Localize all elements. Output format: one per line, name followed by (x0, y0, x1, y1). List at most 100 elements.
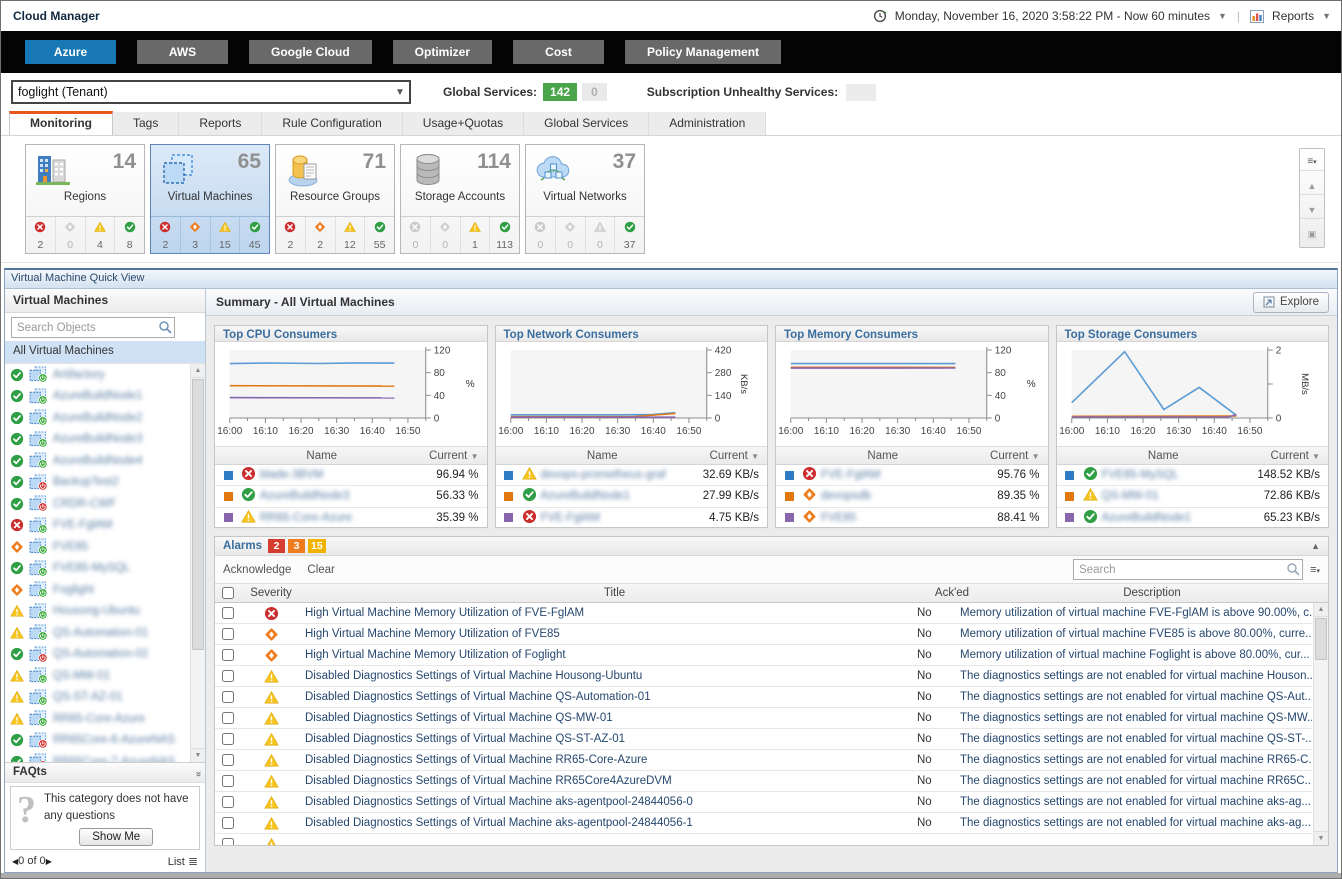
alarm-row[interactable]: Disabled Diagnostics Settings of Virtual… (215, 750, 1312, 771)
tile-stat-fatal[interactable]: 2 (26, 217, 55, 253)
scroll-up-icon[interactable]: ▲ (191, 364, 205, 378)
vm-list-item[interactable]: AzureBuildNode4 (5, 450, 190, 472)
tile-stat-normal[interactable]: 8 (114, 217, 144, 253)
vm-list-item[interactable]: BackupTest2 (5, 472, 190, 494)
collapse-chevrons-icon[interactable]: » (188, 771, 204, 777)
column-current[interactable]: Current ▼ (683, 450, 767, 462)
column-name[interactable]: Name (1083, 450, 1245, 462)
tile-stat-warning[interactable]: 4 (84, 217, 115, 253)
select-all-checkbox[interactable] (222, 587, 234, 599)
nav-button-policy-management[interactable]: Policy Management (625, 40, 782, 64)
sidebar-item-all-virtual-machines[interactable]: All Virtual Machines (5, 341, 205, 363)
column-description[interactable]: Description (976, 587, 1328, 599)
consumer-row[interactable]: RR65-Core-Azure 35.39 % (215, 508, 487, 529)
row-checkbox[interactable] (222, 691, 234, 703)
consumer-row[interactable]: FVE-FglAM 95.76 % (776, 465, 1048, 487)
tile-regions[interactable]: 14 Regions 2 0 4 8 (25, 144, 145, 254)
tab-reports[interactable]: Reports (179, 112, 263, 135)
tile-resource-groups[interactable]: 71 Resource Groups 2 2 12 55 (275, 144, 395, 254)
row-checkbox[interactable] (222, 775, 234, 787)
tile-storage-accounts[interactable]: 114 Storage Accounts 0 0 1 113 (400, 144, 520, 254)
clear-button[interactable]: Clear (307, 564, 334, 576)
tenant-select[interactable]: foglight (Tenant) ▼ (11, 80, 411, 104)
scroll-up-icon[interactable]: ▲ (1314, 603, 1328, 617)
tab-usage-quotas[interactable]: Usage+Quotas (402, 112, 525, 135)
time-range-label[interactable]: Monday, November 16, 2020 3:58:22 PM - N… (895, 9, 1210, 23)
tile-virtual-networks[interactable]: 37 Virtual Networks 0 0 0 37 (525, 144, 645, 254)
column-current[interactable]: Current ▼ (964, 450, 1048, 462)
row-checkbox[interactable] (222, 712, 234, 724)
tile-menu-icon[interactable]: ≡▾ (1300, 153, 1324, 171)
row-checkbox[interactable] (222, 754, 234, 766)
nav-button-google-cloud[interactable]: Google Cloud (249, 40, 372, 64)
tile-stat-fatal[interactable]: 2 (276, 217, 305, 253)
alarm-title[interactable]: Disabled Diagnostics Settings of Virtual… (301, 691, 912, 703)
tile-stat-warning[interactable]: 15 (209, 217, 240, 253)
vm-list-item[interactable]: QS-ST-AZ-01 (5, 687, 190, 709)
time-range-dropdown-arrow[interactable]: ▼ (1218, 11, 1227, 21)
tile-stat-warning[interactable]: 1 (459, 217, 490, 253)
explore-button[interactable]: Explore (1253, 291, 1329, 313)
row-checkbox[interactable] (222, 670, 234, 682)
reports-menu[interactable]: Reports (1272, 9, 1314, 23)
alarm-row[interactable]: High Virtual Machine Memory Utilization … (215, 603, 1312, 624)
consumer-row[interactable]: AzureBuildNode1 65.23 KB/s (1056, 508, 1328, 529)
alarms-search-input[interactable] (1073, 559, 1304, 580)
consumer-row[interactable]: devopsdb 89.35 % (776, 486, 1048, 508)
row-checkbox[interactable] (222, 838, 234, 845)
vm-list-scrollbar[interactable]: ▲ ▼ (190, 364, 205, 762)
nav-button-cost[interactable]: Cost (513, 40, 604, 64)
column-current[interactable]: Current ▼ (1244, 450, 1328, 462)
alarm-title[interactable]: Disabled Diagnostics Settings of Virtual… (301, 670, 912, 682)
alarm-row[interactable]: Disabled Diagnostics Settings of Virtual… (215, 708, 1312, 729)
alarm-title[interactable]: High Virtual Machine Memory Utilization … (301, 649, 912, 661)
tile-scroll-up-icon[interactable]: ▲ (1300, 178, 1324, 195)
table-settings-icon[interactable]: ≡▾ (1310, 564, 1320, 576)
acknowledge-button[interactable]: Acknowledge (223, 564, 291, 576)
tile-carousel-controls[interactable]: ≡▾ ▲ ▼ ▣ (1299, 148, 1325, 248)
alarm-row[interactable]: Disabled Diagnostics Settings of Virtual… (215, 792, 1312, 813)
faq-list-toggle[interactable]: List ≣ (168, 854, 198, 868)
tile-stat-critical[interactable]: 2 (304, 217, 335, 253)
row-checkbox[interactable] (222, 817, 234, 829)
column-name[interactable]: Name (241, 450, 403, 462)
column-name[interactable]: Name (522, 450, 684, 462)
alarm-title[interactable]: Disabled Diagnostics Settings of Virtual… (301, 754, 912, 766)
search-icon[interactable] (158, 320, 172, 339)
nav-button-azure[interactable]: Azure (25, 40, 116, 64)
alarm-row[interactable]: High Virtual Machine Memory Utilization … (215, 645, 1312, 666)
tile-stat-warning[interactable]: 0 (584, 217, 615, 253)
tile-stat-critical[interactable]: 0 (54, 217, 85, 253)
show-me-button[interactable]: Show Me (79, 827, 154, 846)
consumer-row[interactable]: blade-3BVM 96.94 % (215, 465, 487, 487)
row-checkbox[interactable] (222, 607, 234, 619)
scroll-down-icon[interactable]: ▼ (191, 748, 205, 762)
alarm-title[interactable]: Disabled Diagnostics Settings of Virtual… (301, 796, 912, 808)
tile-stat-fatal[interactable]: 2 (151, 217, 180, 253)
vm-list-item[interactable]: Housong-Ubuntu (5, 601, 190, 623)
consumer-row[interactable]: devops-prometheus-graf 32.69 KB/s (495, 465, 767, 487)
column-name[interactable]: Name (802, 450, 964, 462)
consumer-row[interactable]: AzureBuildNode3 56.33 % (215, 486, 487, 508)
alarm-title[interactable]: Disabled Diagnostics Settings of Virtual… (301, 775, 912, 787)
vm-list-item[interactable]: AzureBuildNode2 (5, 407, 190, 429)
nav-button-aws[interactable]: AWS (137, 40, 228, 64)
faq-pager[interactable]: ◀0 of 0▶ (12, 855, 52, 867)
vm-list-item[interactable]: AzureBuildNode1 (5, 386, 190, 408)
vm-list-item[interactable]: QS-Automation-01 (5, 622, 190, 644)
tile-stat-warning[interactable]: 12 (334, 217, 365, 253)
vm-list-item[interactable]: RR65-Core-Azure (5, 708, 190, 730)
alarm-title[interactable]: High Virtual Machine Memory Utilization … (301, 607, 912, 619)
consumer-row[interactable]: QS-MW-01 72.86 KB/s (1056, 486, 1328, 508)
column-title[interactable]: Title (301, 587, 928, 599)
alarm-row[interactable]: Disabled Diagnostics Settings of Virtual… (215, 729, 1312, 750)
vm-list-item[interactable]: Artifactory (5, 364, 190, 386)
scrollbar-thumb[interactable] (192, 379, 204, 650)
consumer-row[interactable]: FVE-FglAM 4.75 KB/s (495, 508, 767, 529)
alarm-row[interactable]: Disabled Diagnostics Settings of Virtual… (215, 813, 1312, 834)
alarm-row[interactable]: Disabled Diagnostics Settings of Virtual… (215, 666, 1312, 687)
tile-stat-normal[interactable]: 55 (364, 217, 394, 253)
tile-layout-icon[interactable]: ▣ (1300, 226, 1324, 243)
vm-list-item[interactable]: QS-Automation-02 (5, 644, 190, 666)
tile-stat-fatal[interactable]: 0 (526, 217, 555, 253)
